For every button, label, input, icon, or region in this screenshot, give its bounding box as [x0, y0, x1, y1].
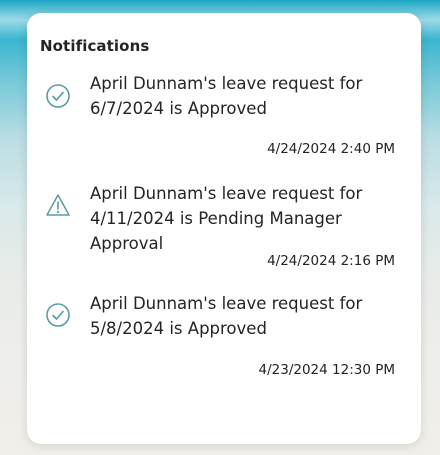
notification-item[interactable]: April Dunnam's leave request for 5/8/202…: [27, 291, 421, 391]
check-circle-icon: [45, 83, 71, 109]
notification-message: April Dunnam's leave request for 6/7/202…: [90, 74, 363, 118]
check-circle-icon: [45, 302, 71, 328]
notification-timestamp: 4/24/2024 2:40 PM: [267, 141, 395, 157]
warning-triangle-icon: [45, 192, 71, 218]
notification-message: April Dunnam's leave request for 4/11/20…: [90, 184, 363, 253]
notification-message: April Dunnam's leave request for 5/8/202…: [90, 294, 363, 338]
notifications-panel: Notifications April Dunnam's leave reque…: [27, 13, 421, 444]
notification-item[interactable]: April Dunnam's leave request for 4/11/20…: [27, 181, 421, 276]
panel-title: Notifications: [40, 37, 150, 55]
notification-timestamp: 4/24/2024 2:16 PM: [267, 253, 395, 269]
notification-item[interactable]: April Dunnam's leave request for 6/7/202…: [27, 71, 421, 171]
notification-timestamp: 4/23/2024 12:30 PM: [258, 362, 396, 378]
